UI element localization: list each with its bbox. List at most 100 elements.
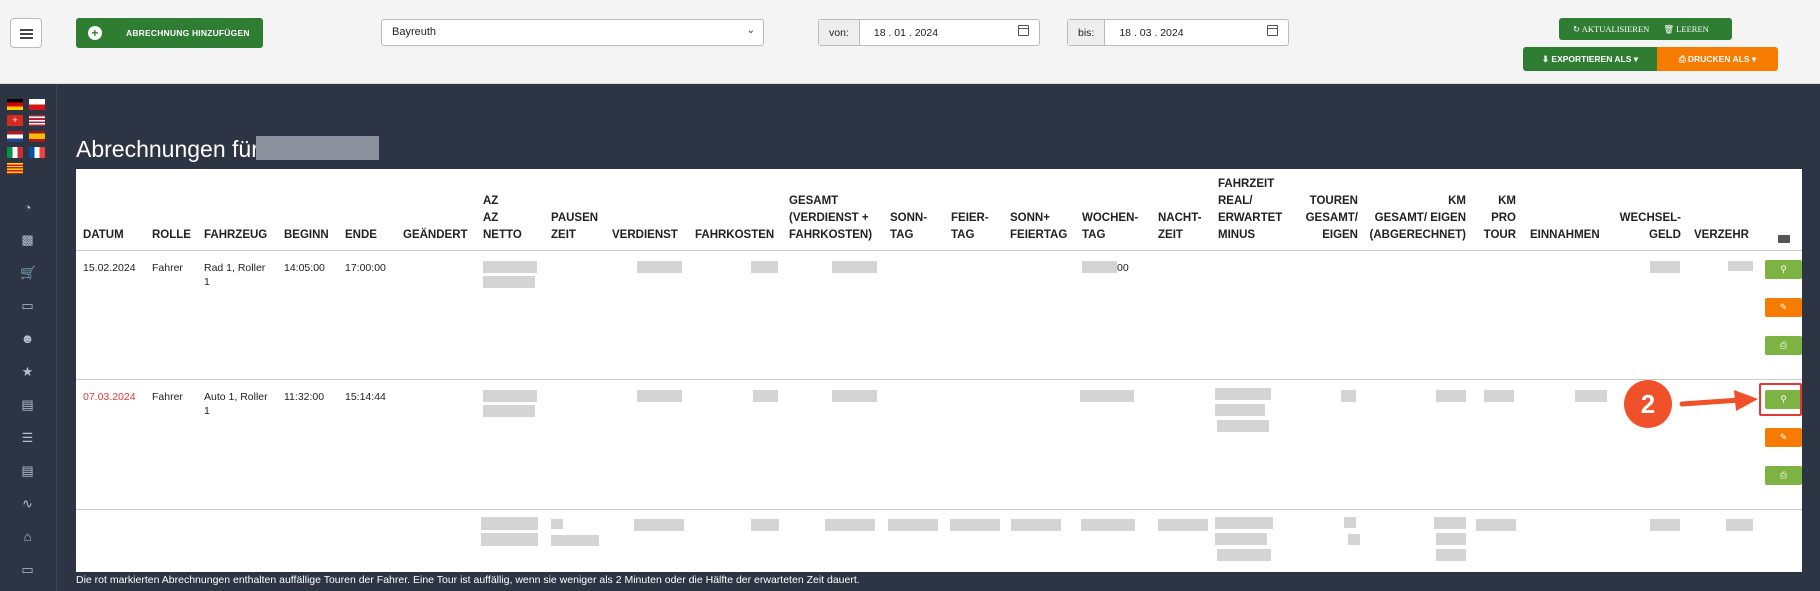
- col-gesamt-line1[interactable]: GESAMT: [789, 194, 838, 209]
- redacted-value: [1476, 519, 1516, 531]
- col-wochentag-line1[interactable]: WOCHEN-: [1082, 211, 1138, 226]
- edit-button[interactable]: ✎: [1765, 298, 1802, 317]
- redacted-value: [483, 390, 537, 402]
- col-az-line3[interactable]: NETTO: [483, 228, 522, 243]
- page-title: Abrechnungen für: [76, 136, 259, 162]
- flag-catalan-icon[interactable]: [7, 163, 23, 174]
- col-fahrzeit-line2[interactable]: REAL/: [1218, 194, 1253, 209]
- col-wechselgeld-line2[interactable]: GELD: [1614, 228, 1681, 243]
- col-nachtzeit-line1[interactable]: NACHT-: [1158, 211, 1201, 226]
- list-icon[interactable]: ☰: [20, 430, 35, 445]
- cell-vehicle: Rad 1, Roller 1: [204, 262, 266, 288]
- col-km-line2[interactable]: GESAMT/ EIGEN: [1366, 211, 1466, 226]
- date-to-label: bis:: [1068, 20, 1106, 45]
- col-touren-line2[interactable]: GESAMT/: [1303, 211, 1358, 226]
- clear-button[interactable]: 🗑 LEEREN: [1649, 24, 1709, 35]
- view-button[interactable]: ⚲: [1765, 260, 1802, 279]
- redacted-value: [483, 276, 535, 288]
- export-dropdown-button[interactable]: ⬇ EXPORTIEREN ALS ▾: [1523, 47, 1657, 71]
- col-verzehr[interactable]: VERZEHR: [1694, 228, 1749, 243]
- redacted-value: [1217, 549, 1271, 561]
- monitor-icon[interactable]: ▭: [20, 562, 35, 577]
- redacted-value: [1484, 390, 1514, 402]
- col-fahrzeit-line1[interactable]: FAHRZEIT: [1218, 177, 1274, 192]
- flag-italian-icon[interactable]: [7, 147, 23, 158]
- col-km-line1[interactable]: KM: [1366, 194, 1466, 209]
- hamburger-menu-button[interactable]: [10, 18, 42, 48]
- print-row-button[interactable]: ⎙: [1765, 466, 1802, 485]
- chevron-down-icon: ⌄: [746, 25, 755, 36]
- col-touren-line3[interactable]: EIGEN: [1303, 228, 1358, 243]
- redacted-value: [753, 390, 778, 402]
- redacted-value: [1728, 261, 1753, 271]
- flag-german-icon[interactable]: [7, 99, 23, 110]
- col-fahrzeit-line4[interactable]: MINUS: [1218, 228, 1255, 243]
- refresh-button[interactable]: ↻ AKTUALISIEREN: [1559, 24, 1649, 35]
- col-geaendert[interactable]: GEÄNDERT: [403, 228, 468, 243]
- print-dropdown-button[interactable]: ⎙ DRUCKEN ALS ▾: [1657, 47, 1778, 71]
- top-toolbar: + ABRECHNUNG HINZUFÜGEN Bayreuth ⌄ von: …: [0, 0, 1820, 84]
- col-rolle[interactable]: ROLLE: [152, 228, 191, 243]
- col-az-line1[interactable]: AZ: [483, 194, 498, 209]
- home-icon[interactable]: ⌂: [20, 529, 35, 544]
- col-km-line3[interactable]: (ABGERECHNET): [1366, 228, 1466, 243]
- calendar-icon[interactable]: [1267, 25, 1278, 36]
- redacted-value: [1158, 519, 1208, 531]
- cell-vehicle: Auto 1, Roller 1: [204, 391, 268, 417]
- col-einnahmen[interactable]: EINNAHMEN: [1530, 228, 1600, 243]
- keyboard-icon[interactable]: [1778, 235, 1790, 243]
- flag-french-icon[interactable]: [29, 147, 45, 158]
- star-icon[interactable]: ★: [20, 364, 35, 379]
- col-ende[interactable]: ENDE: [345, 228, 377, 243]
- col-touren-line1[interactable]: TOUREN: [1303, 194, 1358, 209]
- col-fahrzeit-line3[interactable]: ERWARTET: [1218, 211, 1282, 226]
- col-feiertag-line2[interactable]: TAG: [951, 228, 974, 243]
- flag-spanish-icon[interactable]: [29, 131, 45, 142]
- flag-us-icon[interactable]: [29, 115, 45, 126]
- location-select[interactable]: Bayreuth ⌄: [381, 19, 764, 46]
- line-chart-icon[interactable]: ∿: [20, 496, 35, 511]
- col-kmtour-line2[interactable]: PRO: [1476, 211, 1516, 226]
- add-billing-button[interactable]: + ABRECHNUNG HINZUFÜGEN: [76, 18, 263, 48]
- cell-start: 11:32:00: [284, 391, 325, 403]
- col-sonnfeiertag-line1[interactable]: SONN+: [1010, 211, 1050, 226]
- menu-icon-line: [20, 33, 33, 35]
- calendar-icon[interactable]: [1018, 25, 1029, 36]
- archive-icon[interactable]: ▤: [20, 397, 35, 412]
- col-nachtzeit-line2[interactable]: ZEIT: [1158, 228, 1183, 243]
- col-wochentag-line2[interactable]: TAG: [1082, 228, 1105, 243]
- print-row-button[interactable]: ⎙: [1765, 336, 1802, 355]
- pencil-icon: ✎: [1779, 302, 1788, 312]
- col-pausen-line1[interactable]: PAUSEN: [551, 211, 598, 226]
- col-az-line2[interactable]: AZ: [483, 211, 498, 226]
- flag-swiss-icon[interactable]: +: [7, 115, 23, 126]
- cart-icon[interactable]: 🛒: [20, 265, 36, 280]
- user-plus-icon[interactable]: ☻: [20, 331, 35, 346]
- date-from-input[interactable]: 18 . 01 . 2024: [860, 20, 1039, 45]
- col-sonntag-line2[interactable]: TAG: [890, 228, 913, 243]
- col-gesamt-line2[interactable]: (VERDIENST +: [789, 211, 869, 226]
- flag-dutch-icon[interactable]: [7, 131, 23, 142]
- cell-wochentag: 00: [1117, 262, 1129, 274]
- col-gesamt-line3[interactable]: FAHRKOSTEN): [789, 228, 872, 243]
- monitor-icon[interactable]: ▭: [20, 298, 35, 313]
- col-sonnfeiertag-line2[interactable]: FEIERTAG: [1010, 228, 1067, 243]
- col-kmtour-line1[interactable]: KM: [1476, 194, 1516, 209]
- book-icon[interactable]: ▤: [20, 463, 35, 478]
- col-kmtour-line3[interactable]: TOUR: [1476, 228, 1516, 243]
- col-wechselgeld-line1[interactable]: WECHSEL-: [1614, 211, 1681, 226]
- col-pausen-line2[interactable]: ZEIT: [551, 228, 576, 243]
- col-feiertag-line1[interactable]: FEIER-: [951, 211, 989, 226]
- col-sonntag-line1[interactable]: SONN-: [890, 211, 927, 226]
- flag-czech-icon[interactable]: [29, 99, 45, 110]
- dashboard-gauge-icon[interactable]: ◔: [20, 200, 35, 215]
- date-to-input[interactable]: 18 . 03 . 2024: [1105, 20, 1288, 45]
- col-verdienst[interactable]: VERDIENST: [612, 228, 678, 243]
- col-beginn[interactable]: BEGINN: [284, 228, 329, 243]
- edit-button[interactable]: ✎: [1765, 428, 1802, 447]
- col-fahrzeug[interactable]: FAHRZEUG: [204, 228, 267, 243]
- download-icon: ⬇: [1541, 53, 1552, 64]
- col-datum[interactable]: DATUM: [83, 228, 124, 243]
- col-fahrkosten[interactable]: FAHRKOSTEN: [695, 228, 774, 243]
- bar-chart-icon[interactable]: ▩: [20, 232, 35, 247]
